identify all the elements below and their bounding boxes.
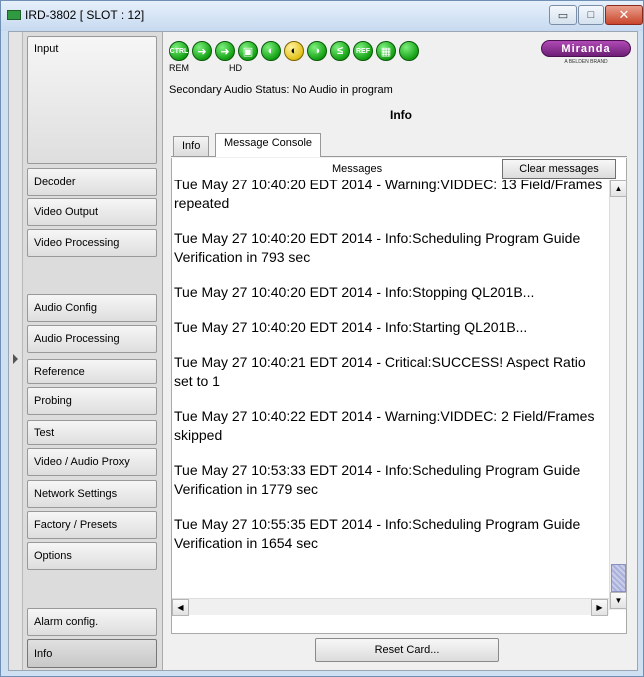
message-list[interactable]: Tue May 27 10:40:20 EDT 2014 - Warning:V… [172,180,607,598]
sidebar-item-video-audio-proxy[interactable]: Video / Audio Proxy [27,448,157,476]
sidebar-item-audio-processing[interactable]: Audio Processing [27,325,157,353]
list-item: Tue May 27 10:40:20 EDT 2014 - Info:Stop… [174,284,535,300]
scroll-right-button[interactable]: ▶ [591,599,608,616]
hd-label: HD [229,63,242,73]
ctrl-icon[interactable]: CTRL [169,41,189,61]
scroll-left-button[interactable]: ◀ [172,599,189,616]
level-icon[interactable]: ≤ [330,41,350,61]
sidebar-spacer [27,260,157,292]
window-title: IRD-3802 [ SLOT : 12] [25,8,145,22]
list-item: Tue May 27 10:40:20 EDT 2014 - Info:Star… [174,319,528,335]
horizontal-scrollbar[interactable]: ◀ ▶ [172,598,609,616]
horizontal-scroll-track[interactable] [190,600,590,614]
messages-label: Messages [332,163,383,175]
rem-label: REM [169,63,189,73]
secondary-audio-status: Secondary Audio Status: No Audio in prog… [169,84,393,96]
sidebar-item-network-settings[interactable]: Network Settings [27,480,157,508]
reference-icon[interactable]: REF [353,41,373,61]
collapse-gutter[interactable] [9,32,23,670]
close-button[interactable]: ✕ [605,5,643,25]
status-toolbar: CTRL ➜ ➜ ▣ ◐ ◐ ◑ ≤ REF ▦ REM HD Miranda … [167,36,635,76]
list-item: Tue May 27 10:40:21 EDT 2014 - Critical:… [174,354,586,389]
arrow-right-hd-icon[interactable]: ➜ [215,41,235,61]
list-item: Tue May 27 10:40:22 EDT 2014 - Warning:V… [174,408,595,443]
app-window: IRD-3802 [ SLOT : 12] ▭ □ ✕ Input Decode… [0,0,644,677]
sidebar-item-info[interactable]: Info [27,639,157,668]
vertical-scrollbar[interactable]: ▲ ▼ [609,180,627,610]
brand-name: Miranda [541,40,631,57]
list-item: Tue May 27 10:55:35 EDT 2014 - Info:Sche… [174,516,581,551]
audio-icon[interactable]: ◐ [261,41,281,61]
miranda-logo: Miranda A BELDEN BRAND [541,40,631,66]
sidebar-item-alarm-config[interactable]: Alarm config. [27,608,157,636]
reset-card-button[interactable]: Reset Card... [315,638,499,662]
messages-header: Messages Clear messages [172,158,626,180]
sidebar-item-audio-config[interactable]: Audio Config [27,294,157,322]
sidebar-item-test[interactable]: Test [27,420,157,445]
sidebar-item-video-processing[interactable]: Video Processing [27,229,157,257]
sidebar-item-input[interactable]: Input [27,36,157,164]
sidebar-item-video-output[interactable]: Video Output [27,198,157,226]
sidebar-item-probing[interactable]: Probing [27,387,157,415]
video-icon[interactable]: ▦ [376,41,396,61]
list-item: Tue May 27 10:53:33 EDT 2014 - Info:Sche… [174,462,581,497]
audio-processing-icon[interactable]: ◑ [307,41,327,61]
app-icon [7,10,21,20]
tab-info[interactable]: Info [173,136,210,156]
sidebar-item-factory-presets[interactable]: Factory / Presets [27,511,157,539]
expand-arrow-icon[interactable] [13,354,18,364]
sidebar-item-decoder[interactable]: Decoder [27,168,157,196]
tab-message-console[interactable]: Message Console [215,133,322,157]
vertical-scroll-thumb[interactable] [611,564,626,592]
brand-sub: A BELDEN BRAND [564,59,608,65]
sidebar: Input Decoder Video Output Video Process… [23,32,163,670]
client-area: Input Decoder Video Output Video Process… [8,31,638,671]
main-panel: CTRL ➜ ➜ ▣ ◐ ◐ ◑ ≤ REF ▦ REM HD Miranda … [165,32,637,670]
sidebar-spacer [27,573,157,605]
scroll-up-button[interactable]: ▲ [610,180,627,197]
scroll-down-button[interactable]: ▼ [610,592,627,609]
sidebar-item-reference[interactable]: Reference [27,359,157,384]
processing-icon[interactable]: ▣ [238,41,258,61]
title-bar[interactable]: IRD-3802 [ SLOT : 12] ▭ □ ✕ [1,1,643,31]
arrow-right-icon[interactable]: ➜ [192,41,212,61]
status-led-icon[interactable] [399,41,419,61]
message-console: Messages Clear messages Tue May 27 10:40… [171,158,627,634]
panel-title: Info [390,108,412,122]
minimize-button[interactable]: ▭ [549,5,577,25]
clear-messages-button[interactable]: Clear messages [502,159,616,179]
maximize-button[interactable]: □ [578,5,604,25]
audio-warning-icon[interactable]: ◐ [284,41,304,61]
sidebar-item-options[interactable]: Options [27,542,157,570]
list-item: Tue May 27 10:40:20 EDT 2014 - Info:Sche… [174,230,581,265]
list-item: Tue May 27 10:40:20 EDT 2014 - Warning:V… [174,180,603,211]
